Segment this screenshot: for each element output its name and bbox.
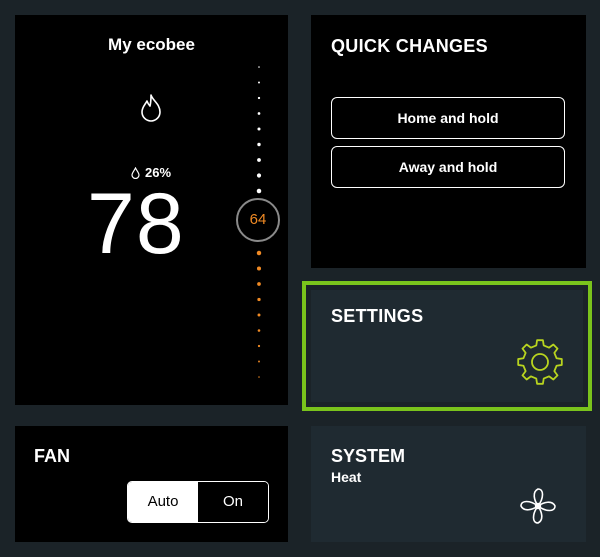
- scale-dot: [258, 81, 260, 84]
- home-and-hold-button[interactable]: Home and hold: [331, 97, 565, 139]
- scale-dot: [257, 344, 261, 348]
- fan-on-option[interactable]: On: [198, 482, 268, 522]
- quick-changes-title: QUICK CHANGES: [331, 36, 488, 56]
- scale-dot: [258, 376, 260, 378]
- scale-dot: [256, 188, 262, 194]
- scale-dot: [257, 112, 261, 115]
- scale-dot: [256, 266, 262, 271]
- fan-icon: [520, 488, 556, 524]
- scale-dot: [257, 142, 261, 147]
- scale-dot: [256, 173, 262, 178]
- scale-dot: [257, 158, 261, 162]
- settings-title: SETTINGS: [331, 306, 424, 326]
- fan-mode-toggle[interactable]: Auto On: [127, 481, 269, 523]
- scale-dot: [257, 127, 261, 131]
- fan-auto-option[interactable]: Auto: [128, 482, 198, 522]
- fan-title: FAN: [34, 446, 70, 466]
- setpoint-dial[interactable]: 64: [236, 198, 280, 242]
- system-tile[interactable]: SYSTEM Heat: [311, 426, 586, 542]
- quick-changes-tile: QUICK CHANGES Home and hold Away and hol…: [311, 15, 586, 268]
- scale-dot: [257, 297, 261, 302]
- system-mode: Heat: [331, 469, 362, 485]
- system-title: SYSTEM: [331, 446, 406, 466]
- scale-dot: [258, 360, 260, 363]
- gear-icon: [517, 339, 563, 385]
- scale-dot: [257, 282, 261, 286]
- scale-dot: [257, 329, 261, 332]
- scale-dot: [258, 66, 260, 68]
- thermostat-tile[interactable]: My ecobee 26% 78 64: [15, 15, 288, 405]
- fan-tile: FAN Auto On: [15, 426, 288, 542]
- scale-dot: [257, 96, 261, 100]
- scale-dot: [257, 313, 261, 317]
- scale-dot: [256, 250, 262, 256]
- away-and-hold-button[interactable]: Away and hold: [331, 146, 565, 188]
- settings-tile[interactable]: SETTINGS: [311, 290, 583, 402]
